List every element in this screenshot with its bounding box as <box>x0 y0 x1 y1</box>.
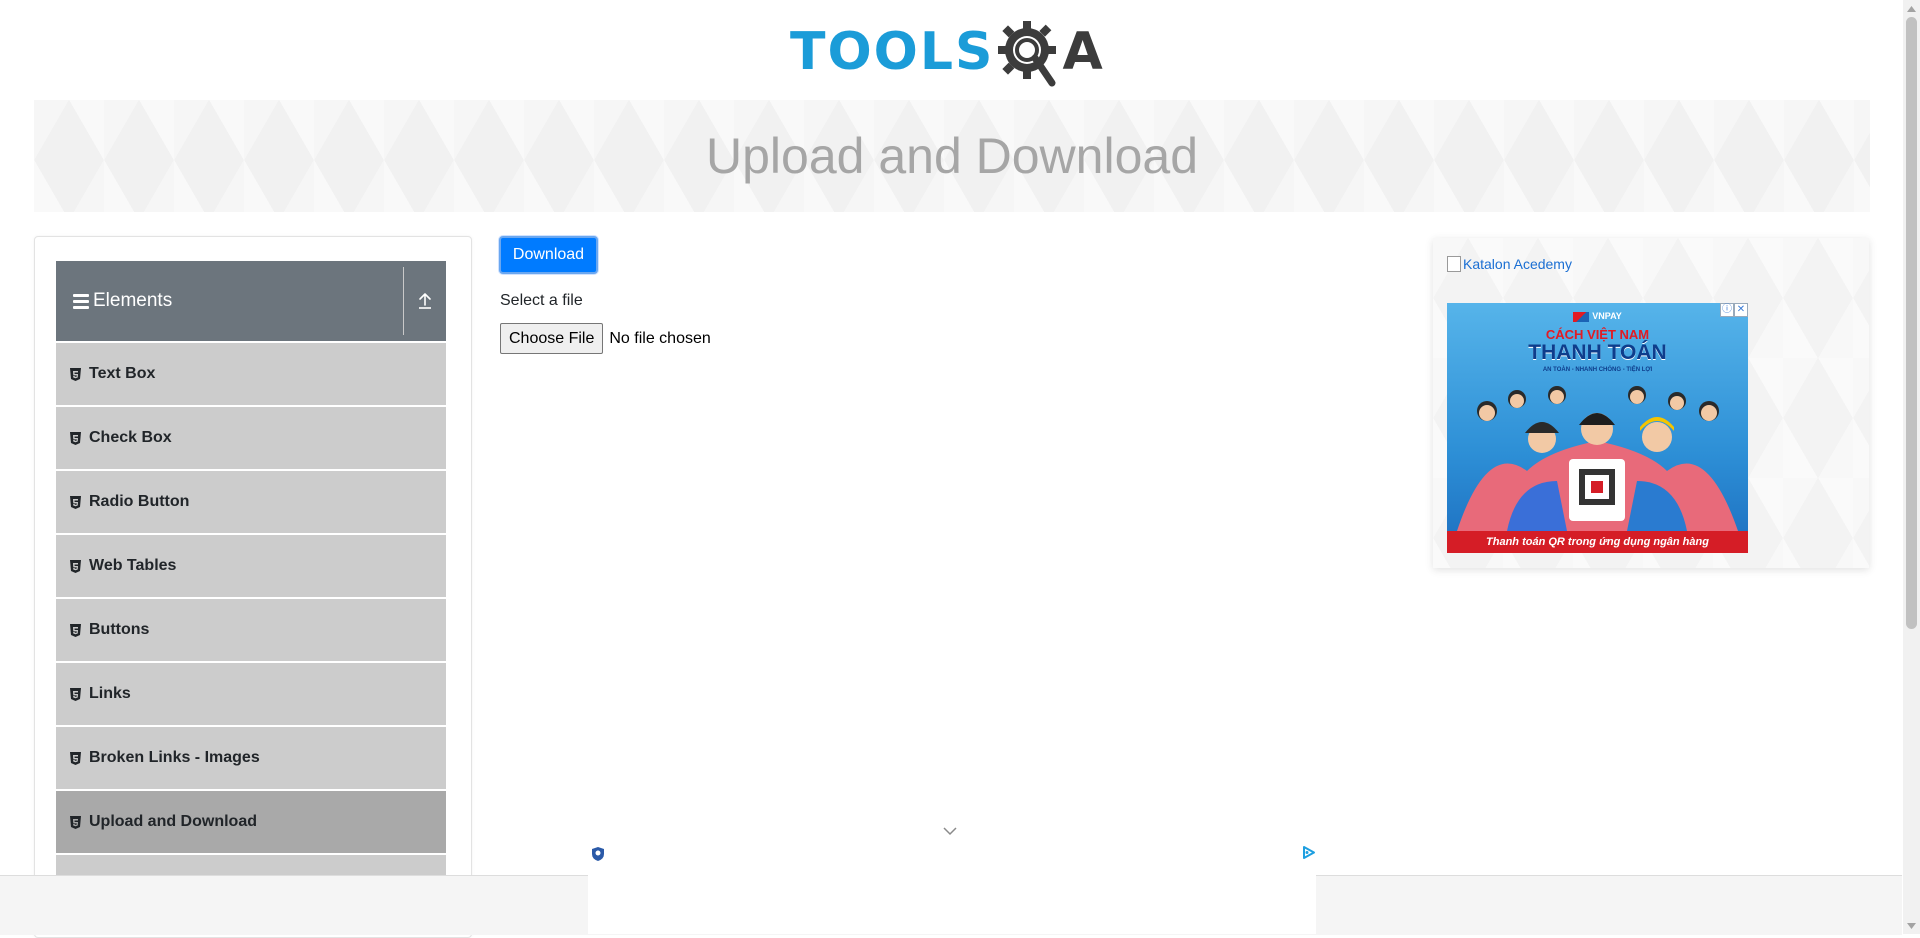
ad-people-illustration <box>1457 386 1738 531</box>
katalon-alt-text: Katalon Acedemy <box>1463 256 1572 272</box>
left-panel: Elements Text Box Check Box Radio Button… <box>34 236 472 938</box>
elements-group-header[interactable]: Elements <box>56 261 446 341</box>
ad-panel: Katalon Acedemy ⓘ ✕ VNPAY CÁCH VIỆT NAM … <box>1433 238 1869 568</box>
sidebar-item-label: Check Box <box>89 429 172 446</box>
scroll-up-arrow-icon[interactable] <box>1903 0 1920 17</box>
vertical-scrollbar[interactable] <box>1903 0 1920 934</box>
ad-headline-1: CÁCH VIỆT NAM <box>1545 327 1650 342</box>
sidebar-item-buttons[interactable]: Buttons <box>56 599 446 661</box>
group-title: Elements <box>93 290 173 311</box>
ad-tagline: AN TOÀN - NHANH CHÓNG - TIỆN LỢI <box>1542 367 1653 373</box>
sidebar-item-upload-download[interactable]: Upload and Download <box>56 791 446 853</box>
sidebar-item-broken-links[interactable]: Broken Links - Images <box>56 727 446 789</box>
chevron-down-icon[interactable] <box>942 826 958 836</box>
sidebar-item-label: Web Tables <box>89 557 177 574</box>
download-button[interactable]: Download <box>499 236 598 274</box>
sidebar-item-label: Text Box <box>89 365 156 382</box>
sidebar-item-label: Radio Button <box>89 493 190 510</box>
collapse-toggle[interactable] <box>403 267 446 335</box>
html5-icon <box>70 623 81 637</box>
bottom-ad-slot[interactable] <box>588 844 1316 934</box>
shield-icon[interactable] <box>591 846 605 862</box>
sidebar-item-label: Buttons <box>89 621 150 638</box>
logo-text-a: A <box>1062 22 1103 82</box>
toolsqa-logo[interactable]: TOOLS A <box>790 14 1116 90</box>
sidebar-item-check-box[interactable]: Check Box <box>56 407 446 469</box>
sidebar-item-web-tables[interactable]: Web Tables <box>56 535 446 597</box>
page-title: Upload and Download <box>705 128 1199 184</box>
html5-icon <box>70 687 81 701</box>
page-banner: Upload and Download <box>34 100 1870 212</box>
html5-icon <box>70 495 81 509</box>
html5-icon <box>70 559 81 573</box>
sidebar-item-label: Upload and Download <box>89 813 257 830</box>
file-upload-input[interactable]: Choose File No file chosen <box>500 323 711 354</box>
html5-icon <box>70 367 81 381</box>
select-file-label: Select a file <box>500 292 583 309</box>
broken-image-icon <box>1447 256 1461 272</box>
sidebar-item-label: Broken Links - Images <box>89 749 260 766</box>
gear-magnifier-icon <box>996 19 1062 87</box>
vnpay-brand: VNPAY <box>1447 311 1748 322</box>
html5-icon <box>70 431 81 445</box>
upload-arrow-icon <box>419 293 431 309</box>
ad-headline-2: THANH TOÁN <box>1528 341 1667 364</box>
scrollbar-thumb[interactable] <box>1906 17 1917 629</box>
ad-footer-text: Thanh toán QR trong ứng dụng ngân hàng <box>1447 531 1748 553</box>
choose-file-button[interactable]: Choose File <box>500 323 604 354</box>
sidebar-menu: Text Box Check Box Radio Button Web Tabl… <box>56 343 446 919</box>
html5-icon <box>70 751 81 765</box>
scroll-down-arrow-icon[interactable] <box>1903 917 1920 934</box>
adchoices-icon[interactable] <box>1300 844 1317 861</box>
katalon-ad-link[interactable]: Katalon Acedemy <box>1447 256 1572 272</box>
sidebar-item-radio-button[interactable]: Radio Button <box>56 471 446 533</box>
sidebar-item-links[interactable]: Links <box>56 663 446 725</box>
html5-icon <box>70 815 81 829</box>
vnpay-ad-banner[interactable]: ⓘ ✕ VNPAY CÁCH VIỆT NAM THANH TOÁN AN TO… <box>1447 303 1748 553</box>
sidebar-item-label: Links <box>89 685 131 702</box>
logo-text-tools: TOOLS <box>790 22 995 82</box>
file-status-text: No file chosen <box>609 329 711 347</box>
sidebar-item-text-box[interactable]: Text Box <box>56 343 446 405</box>
vnpay-logo-icon <box>1573 311 1590 322</box>
hamburger-icon <box>73 291 89 312</box>
